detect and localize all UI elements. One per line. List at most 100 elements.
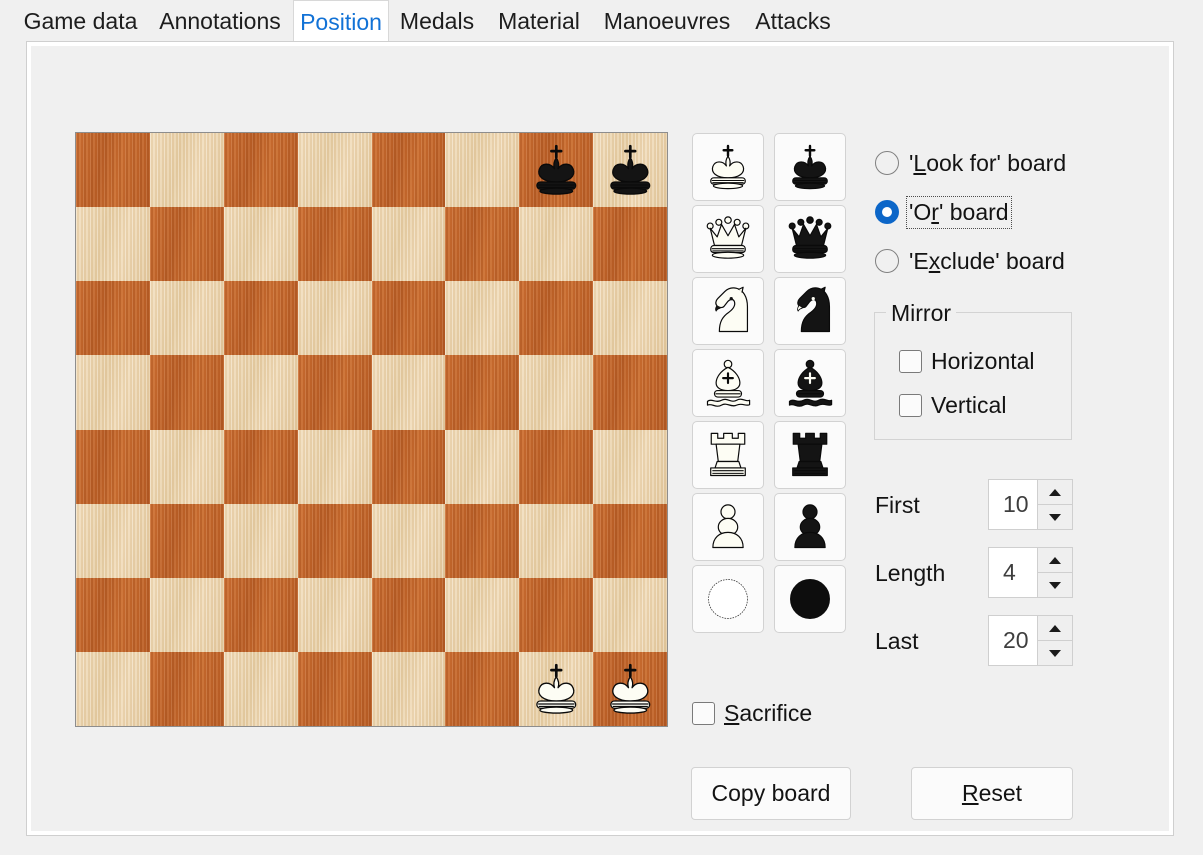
board-square-b5[interactable]: [149, 355, 224, 430]
board-square-b6[interactable]: [149, 281, 224, 356]
checkbox-sacrifice[interactable]: Sacrifice: [692, 700, 812, 727]
board-square-c7[interactable]: [223, 207, 298, 282]
board-square-d2[interactable]: [297, 577, 372, 652]
board-square-c4[interactable]: [223, 429, 298, 504]
board-square-f4[interactable]: [445, 429, 520, 504]
board-square-d8[interactable]: [297, 133, 372, 208]
board-square-e7[interactable]: [371, 207, 446, 282]
tab-position[interactable]: Position: [293, 0, 389, 42]
board-square-h5[interactable]: [593, 355, 667, 430]
board-square-e1[interactable]: [371, 651, 446, 726]
board-square-a6[interactable]: [76, 281, 150, 356]
board-square-c8[interactable]: [223, 133, 298, 208]
checkbox-vertical[interactable]: Vertical: [899, 392, 1006, 419]
board-square-a2[interactable]: [76, 577, 150, 652]
board-square-h6[interactable]: [593, 281, 667, 356]
palette-white-rook-button[interactable]: [692, 421, 764, 489]
tab-manoeuvres[interactable]: Manoeuvres: [593, 0, 741, 42]
board-square-d4[interactable]: [297, 429, 372, 504]
board-square-b4[interactable]: [149, 429, 224, 504]
board-square-a7[interactable]: [76, 207, 150, 282]
board-square-f5[interactable]: [445, 355, 520, 430]
palette-black-pawn-button[interactable]: [774, 493, 846, 561]
radio-exclude-board[interactable]: 'Exclude' board: [875, 244, 1065, 278]
board-square-h8[interactable]: [593, 133, 667, 208]
tab-annotations[interactable]: Annotations: [147, 0, 293, 42]
board-square-e5[interactable]: [371, 355, 446, 430]
board-square-g2[interactable]: [519, 577, 594, 652]
board-square-e8[interactable]: [371, 133, 446, 208]
palette-black-any-button[interactable]: [774, 565, 846, 633]
palette-white-queen-button[interactable]: [692, 205, 764, 273]
board-square-h7[interactable]: [593, 207, 667, 282]
palette-black-king-button[interactable]: [774, 133, 846, 201]
spinner-length-up-arrow-icon[interactable]: [1038, 548, 1072, 572]
board-square-c5[interactable]: [223, 355, 298, 430]
board-square-h1[interactable]: [593, 651, 667, 726]
board-square-f6[interactable]: [445, 281, 520, 356]
board-square-h4[interactable]: [593, 429, 667, 504]
board-square-b7[interactable]: [149, 207, 224, 282]
board-square-e2[interactable]: [371, 577, 446, 652]
board-square-h3[interactable]: [593, 503, 667, 578]
board-square-a4[interactable]: [76, 429, 150, 504]
board-square-a5[interactable]: [76, 355, 150, 430]
board-square-g3[interactable]: [519, 503, 594, 578]
tab-game-data[interactable]: Game data: [14, 0, 147, 42]
board-square-e6[interactable]: [371, 281, 446, 356]
board-square-d6[interactable]: [297, 281, 372, 356]
board-square-f1[interactable]: [445, 651, 520, 726]
board-square-c6[interactable]: [223, 281, 298, 356]
spinner-last-down-arrow-icon[interactable]: [1038, 640, 1072, 665]
palette-black-queen-button[interactable]: [774, 205, 846, 273]
copy-board-button[interactable]: Copy board: [691, 767, 851, 820]
board-square-d1[interactable]: [297, 651, 372, 726]
palette-black-rook-button[interactable]: [774, 421, 846, 489]
board-square-d3[interactable]: [297, 503, 372, 578]
board-square-f2[interactable]: [445, 577, 520, 652]
board-square-a3[interactable]: [76, 503, 150, 578]
board-square-e4[interactable]: [371, 429, 446, 504]
chess-board[interactable]: [75, 132, 668, 727]
board-square-d5[interactable]: [297, 355, 372, 430]
board-square-b3[interactable]: [149, 503, 224, 578]
radio-exclude-mark[interactable]: [875, 249, 899, 273]
tab-material[interactable]: Material: [485, 0, 593, 42]
board-square-g4[interactable]: [519, 429, 594, 504]
board-square-c2[interactable]: [223, 577, 298, 652]
board-square-c1[interactable]: [223, 651, 298, 726]
board-square-g5[interactable]: [519, 355, 594, 430]
radio-or-mark[interactable]: [875, 200, 899, 224]
tab-attacks[interactable]: Attacks: [741, 0, 845, 42]
spinner-length[interactable]: 4: [988, 547, 1073, 598]
spinner-last-value[interactable]: 20: [989, 616, 1037, 665]
vertical-check-box[interactable]: [899, 394, 922, 417]
spinner-last[interactable]: 20: [988, 615, 1073, 666]
board-square-f8[interactable]: [445, 133, 520, 208]
board-square-b1[interactable]: [149, 651, 224, 726]
board-square-h2[interactable]: [593, 577, 667, 652]
palette-white-knight-button[interactable]: [692, 277, 764, 345]
horizontal-check-box[interactable]: [899, 350, 922, 373]
spinner-first-value[interactable]: 10: [989, 480, 1037, 529]
palette-white-any-button[interactable]: [692, 565, 764, 633]
board-square-g7[interactable]: [519, 207, 594, 282]
board-square-f7[interactable]: [445, 207, 520, 282]
spinner-first[interactable]: 10: [988, 479, 1073, 530]
palette-white-bishop-button[interactable]: [692, 349, 764, 417]
board-square-b8[interactable]: [149, 133, 224, 208]
board-square-a8[interactable]: [76, 133, 150, 208]
spinner-first-down-arrow-icon[interactable]: [1038, 504, 1072, 529]
spinner-length-down-arrow-icon[interactable]: [1038, 572, 1072, 597]
checkbox-horizontal[interactable]: Horizontal: [899, 348, 1035, 375]
radio-or-board[interactable]: 'Or' board: [875, 195, 1012, 229]
board-square-c3[interactable]: [223, 503, 298, 578]
radio-look-for-mark[interactable]: [875, 151, 899, 175]
board-square-a1[interactable]: [76, 651, 150, 726]
palette-black-knight-button[interactable]: [774, 277, 846, 345]
tab-medals[interactable]: Medals: [389, 0, 485, 42]
board-square-d7[interactable]: [297, 207, 372, 282]
board-square-b2[interactable]: [149, 577, 224, 652]
palette-white-king-button[interactable]: [692, 133, 764, 201]
board-square-f3[interactable]: [445, 503, 520, 578]
